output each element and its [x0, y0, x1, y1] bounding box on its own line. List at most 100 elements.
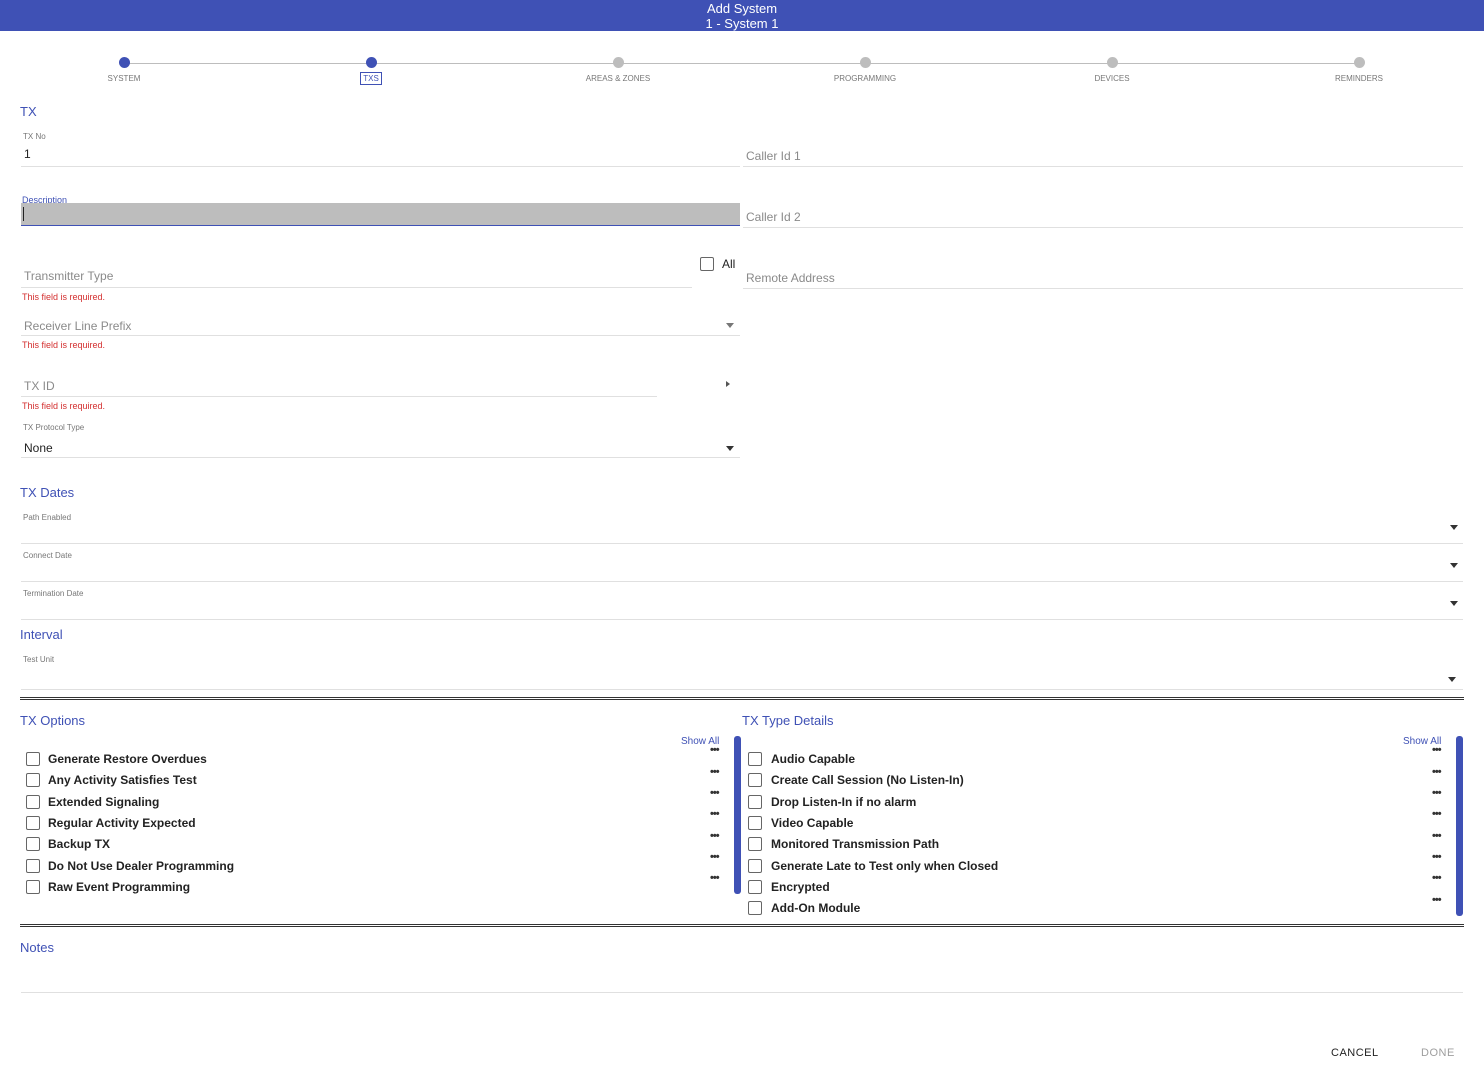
option-checkbox[interactable]	[748, 795, 762, 809]
receiver-line-prefix-select[interactable]: Receiver Line Prefix	[21, 310, 740, 336]
option-label: Generate Late to Test only when Closed	[771, 859, 999, 873]
caller-id-1-placeholder: Caller Id 1	[746, 149, 801, 163]
more-options-icon[interactable]: •••	[1432, 872, 1442, 884]
more-options-icon[interactable]: •••	[710, 808, 720, 820]
stepper-track	[124, 63, 1360, 64]
path-enabled-select[interactable]: Path Enabled	[21, 512, 1463, 544]
termination-date-label: Termination Date	[23, 589, 84, 598]
tx-options-scrollbar[interactable]	[734, 736, 741, 894]
transmitter-type-field[interactable]: Transmitter Type	[21, 255, 692, 288]
option-label: Generate Restore Overdues	[48, 752, 207, 766]
chevron-right-icon[interactable]	[726, 381, 730, 387]
option-label: Monitored Transmission Path	[771, 837, 940, 851]
step-areas-zones[interactable]: AREAS & ZONES	[558, 57, 678, 86]
step-label: DEVICES	[1094, 74, 1130, 83]
more-options-icon[interactable]: •••	[710, 851, 720, 863]
more-options-icon[interactable]: •••	[1432, 830, 1442, 842]
option-label: Regular Activity Expected	[48, 816, 196, 830]
dialog-title: Add System	[706, 1, 778, 16]
connect-date-select[interactable]: Connect Date	[21, 550, 1463, 582]
option-checkbox[interactable]	[748, 816, 762, 830]
all-checkbox[interactable]	[700, 257, 714, 271]
more-options-icon[interactable]: •••	[1432, 894, 1442, 906]
tx-dates-section-title: TX Dates	[20, 485, 75, 500]
step-label: AREAS & ZONES	[585, 74, 651, 83]
step-devices[interactable]: DEVICES	[1052, 57, 1172, 86]
chevron-down-icon	[1450, 563, 1458, 568]
interval-section-title: Interval	[20, 627, 63, 642]
more-options-icon[interactable]: •••	[1432, 744, 1442, 756]
tx-no-value: 1	[24, 147, 31, 161]
more-options-icon[interactable]: •••	[710, 766, 720, 778]
step-label: PROGRAMMING	[833, 74, 897, 83]
step-label: SYSTEM	[107, 74, 141, 83]
option-checkbox[interactable]	[748, 859, 762, 873]
receiver-line-prefix-error: This field is required.	[22, 340, 106, 350]
option-checkbox[interactable]	[748, 752, 762, 766]
more-options-icon[interactable]: •••	[1432, 851, 1442, 863]
tx-type-details-scrollbar[interactable]	[1456, 736, 1463, 916]
caller-id-2-field[interactable]: Caller Id 2	[743, 195, 1463, 228]
option-label: Any Activity Satisfies Test	[48, 773, 197, 787]
description-input[interactable]	[21, 203, 740, 226]
step-txs[interactable]: TXS	[311, 57, 431, 86]
step-programming[interactable]: PROGRAMMING	[805, 57, 925, 86]
more-options-icon[interactable]: •••	[1432, 808, 1442, 820]
option-checkbox[interactable]	[748, 880, 762, 894]
tx-options-section-title: TX Options	[20, 713, 86, 728]
step-dot	[1106, 57, 1118, 68]
option-checkbox[interactable]	[26, 773, 40, 787]
tx-protocol-type-select[interactable]: TX Protocol Type None	[21, 421, 740, 458]
notes-input[interactable]	[21, 960, 1463, 993]
option-checkbox[interactable]	[26, 795, 40, 809]
connect-date-label: Connect Date	[23, 551, 72, 560]
notes-section-title: Notes	[20, 940, 54, 955]
step-reminders[interactable]: REMINDERS	[1299, 57, 1419, 86]
step-dot	[118, 57, 130, 68]
step-system[interactable]: SYSTEM	[64, 57, 184, 86]
chevron-down-icon	[1448, 677, 1456, 682]
option-label: Do Not Use Dealer Programming	[48, 859, 235, 873]
option-checkbox[interactable]	[748, 773, 762, 787]
termination-date-select[interactable]: Termination Date	[21, 588, 1463, 620]
receiver-line-prefix-placeholder: Receiver Line Prefix	[24, 319, 132, 333]
option-checkbox[interactable]	[26, 837, 40, 851]
cancel-button[interactable]: CANCEL	[1331, 1047, 1379, 1059]
chevron-down-icon	[1450, 525, 1458, 530]
done-button[interactable]: DONE	[1421, 1047, 1455, 1059]
option-checkbox[interactable]	[748, 901, 762, 915]
more-options-icon[interactable]: •••	[1432, 766, 1442, 778]
caller-id-1-field[interactable]: Caller Id 1	[743, 130, 1463, 167]
more-options-icon[interactable]: •••	[710, 787, 720, 799]
step-label: TXS	[360, 72, 382, 85]
tx-no-field[interactable]: TX No 1	[21, 130, 740, 167]
option-checkbox[interactable]	[748, 837, 762, 851]
wizard-stepper: SYSTEM TXS AREAS & ZONES PROGRAMMING DEV…	[0, 55, 1484, 95]
tx-no-label: TX No	[23, 132, 46, 141]
more-options-icon[interactable]: •••	[710, 872, 720, 884]
step-dot	[365, 57, 377, 68]
transmitter-type-placeholder: Transmitter Type	[24, 269, 114, 283]
text-cursor	[23, 207, 24, 221]
tx-protocol-type-label: TX Protocol Type	[23, 423, 85, 432]
test-unit-label: Test Unit	[23, 655, 55, 664]
option-checkbox[interactable]	[26, 816, 40, 830]
tx-type-details-section-title: TX Type Details	[742, 713, 834, 728]
test-unit-select[interactable]: Test Unit	[21, 654, 1463, 690]
more-options-icon[interactable]: •••	[710, 830, 720, 842]
more-options-icon[interactable]: •••	[1432, 787, 1442, 799]
path-enabled-label: Path Enabled	[23, 513, 72, 522]
section-divider	[20, 924, 1464, 927]
option-checkbox[interactable]	[26, 859, 40, 873]
option-label: Audio Capable	[771, 752, 856, 766]
tx-protocol-type-value: None	[24, 441, 53, 455]
remote-address-placeholder: Remote Address	[746, 271, 835, 285]
tx-id-field[interactable]: TX ID	[21, 370, 657, 397]
more-options-icon[interactable]: •••	[710, 744, 720, 756]
step-dot	[859, 57, 871, 68]
caller-id-2-placeholder: Caller Id 2	[746, 210, 801, 224]
option-checkbox[interactable]	[26, 880, 40, 894]
option-checkbox[interactable]	[26, 752, 40, 766]
option-label: Drop Listen-In if no alarm	[771, 795, 917, 809]
remote-address-field[interactable]: Remote Address	[743, 258, 1463, 289]
